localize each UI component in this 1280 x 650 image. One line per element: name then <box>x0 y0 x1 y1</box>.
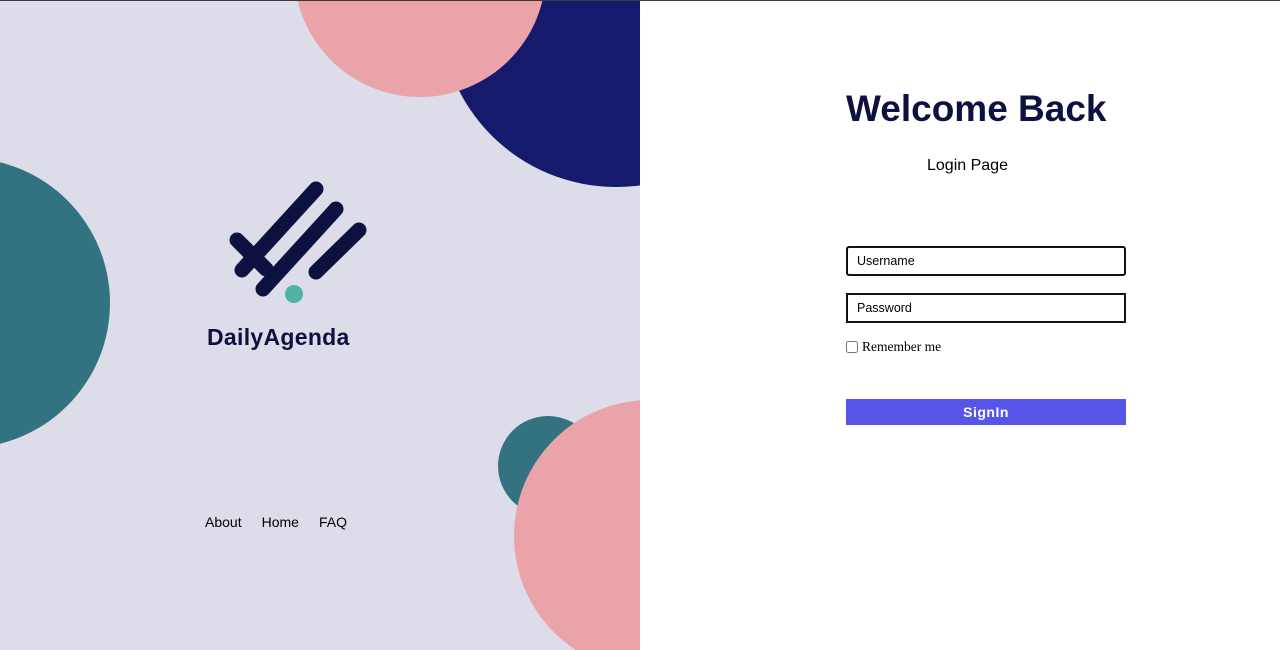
login-panel: Welcome Back Login Page Remember me Sign… <box>640 0 1280 650</box>
nav-link-home[interactable]: Home <box>262 514 299 530</box>
nav-link-faq[interactable]: FAQ <box>319 514 347 530</box>
top-border <box>0 0 1280 1</box>
remember-me-label[interactable]: Remember me <box>862 339 941 355</box>
remember-me-row: Remember me <box>846 339 941 355</box>
page-title: Welcome Back <box>846 88 1107 129</box>
footer-nav: About Home FAQ <box>205 514 367 530</box>
decorative-teal-circle-left <box>0 158 110 448</box>
dailyagenda-logo-icon <box>229 181 367 303</box>
page-subtitle: Login Page <box>927 157 1008 174</box>
nav-link-about[interactable]: About <box>205 514 242 530</box>
remember-me-checkbox[interactable] <box>846 341 858 353</box>
brand-name: DailyAgenda <box>207 324 350 350</box>
password-input[interactable] <box>846 293 1126 323</box>
branding-panel: DailyAgenda About Home FAQ <box>0 0 640 650</box>
signin-button[interactable]: SignIn <box>846 399 1126 425</box>
username-input[interactable] <box>846 246 1126 276</box>
